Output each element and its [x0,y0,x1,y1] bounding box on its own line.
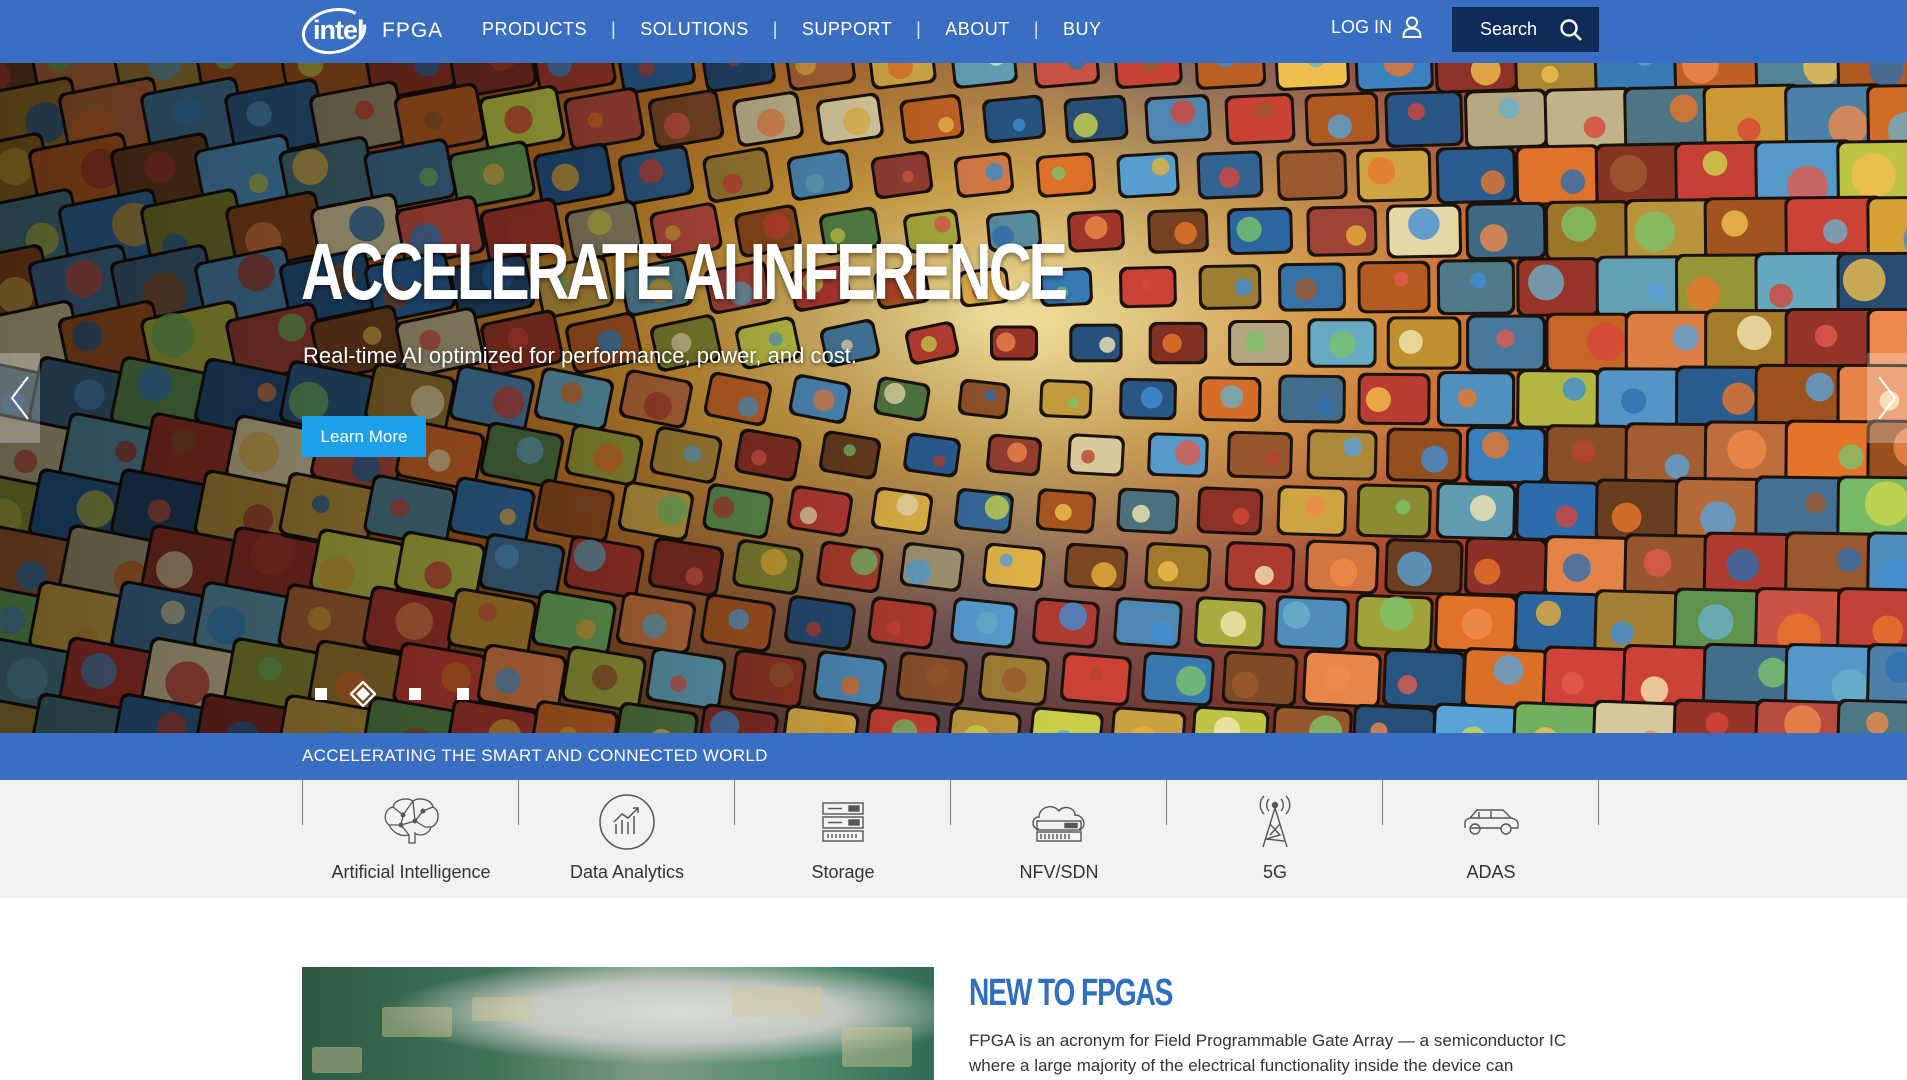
hero-title: ACCELERATE AI INFERENCE [301,227,1068,316]
category-5g[interactable]: 5G [1167,780,1383,898]
brain-icon [379,792,443,852]
search-label: Search [1480,19,1538,39]
category-label: NFV/SDN [1019,862,1099,882]
logo-wordmark: intel [313,15,365,45]
main-nav: PRODUCTS | SOLUTIONS | SUPPORT | ABOUT |… [482,0,1102,58]
nav-separator: | [772,18,778,39]
cloud-server-icon [1027,792,1091,852]
analytics-chart-icon [595,792,659,852]
fpga-chip-photo [302,967,934,1080]
carousel-prev-button[interactable] [0,353,40,443]
category-label: ADAS [1466,862,1516,882]
hero-subtitle: Real-time AI optimized for performance, … [303,343,857,368]
section-banner-heading: ACCELERATING THE SMART AND CONNECTED WOR… [302,746,768,765]
chevron-left-icon [10,376,29,420]
login-link[interactable]: LOG IN [1331,16,1422,38]
nav-about[interactable]: ABOUT [945,19,1010,40]
nav-support[interactable]: SUPPORT [802,19,892,40]
learn-more-button[interactable]: Learn More [302,416,426,457]
carousel-dot[interactable] [457,688,469,700]
category-label: 5G [1262,862,1287,882]
carousel-dot-active[interactable] [350,681,376,707]
hero-text-shade [0,63,1050,733]
nav-separator: | [1033,18,1039,39]
chevron-right-icon [1878,376,1897,420]
category-label: Storage [811,862,875,882]
logo-product-name: FPGA [382,19,444,42]
storage-icon [811,792,875,852]
login-label: LOG IN [1331,16,1393,37]
new-to-fpgas-text: FPGA is an acronym for Field Programmabl… [969,1031,1567,1075]
carousel-dot[interactable] [315,688,327,700]
nav-separator: | [916,18,922,39]
car-icon [1459,792,1523,852]
user-icon [1402,16,1422,38]
search-icon [1560,18,1582,41]
search-button[interactable]: Search [1452,7,1599,52]
nav-separator: | [611,18,617,39]
category-data-analytics[interactable]: Data Analytics [519,780,735,898]
category-adas[interactable]: ADAS [1383,780,1599,898]
category-artificial-intelligence[interactable]: Artificial Intelligence [303,780,519,898]
category-label: Data Analytics [569,862,685,882]
nav-buy[interactable]: BUY [1063,19,1102,40]
category-storage[interactable]: Storage [735,780,951,898]
new-to-fpgas-heading: NEW TO FPGAS [969,972,1173,1014]
section-banner: ACCELERATING THE SMART AND CONNECTED WOR… [0,733,1907,780]
nav-products[interactable]: PRODUCTS [482,19,587,40]
solutions-categories: Artificial Intelligence Data Analytics S… [0,780,1907,898]
top-navigation-bar: intel FPGA PRODUCTS | SOLUTIONS | SUPPOR… [0,0,1907,63]
hero-carousel: ACCELERATE AI INFERENCE Real-time AI opt… [0,63,1907,733]
antenna-tower-icon [1243,792,1307,852]
intel-logo-icon: intel [301,5,373,57]
category-label: Artificial Intelligence [331,862,491,882]
nav-solutions[interactable]: SOLUTIONS [640,19,749,40]
intel-fpga-logo[interactable]: intel FPGA [301,5,443,57]
carousel-indicators [312,680,472,710]
carousel-next-button[interactable] [1867,353,1907,443]
carousel-dot[interactable] [409,688,421,700]
category-nfv-sdn[interactable]: NFV/SDN [951,780,1167,898]
